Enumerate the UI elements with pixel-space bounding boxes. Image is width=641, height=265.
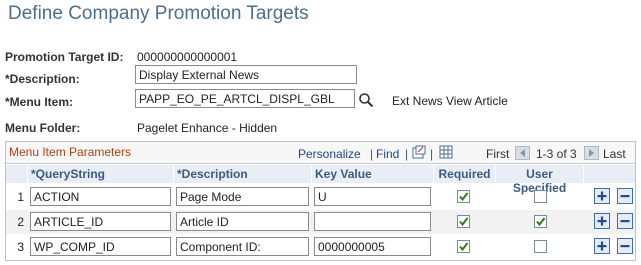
col-header-required: Required: [434, 165, 496, 183]
querystring-input[interactable]: [30, 187, 171, 206]
col-header-description: *Description: [174, 165, 312, 183]
nav-separator: |: [405, 147, 409, 161]
col-header-rownum: [6, 165, 28, 183]
required-checkbox[interactable]: [457, 215, 470, 228]
description-label: *Description:: [5, 72, 80, 86]
description-input[interactable]: [135, 65, 357, 84]
row-number: 3: [17, 240, 24, 254]
querystring-input[interactable]: [30, 212, 171, 231]
range-label: 1-3 of 3: [536, 147, 577, 161]
menu-item-parameters-grid: Menu Item Parameters Personalize | Find …: [5, 141, 636, 261]
first-label[interactable]: First: [486, 147, 509, 161]
plus-icon[interactable]: [594, 213, 610, 229]
personalize-link[interactable]: Personalize: [298, 147, 361, 161]
promotion-target-id-value: 000000000000001: [137, 50, 238, 64]
find-link[interactable]: Find: [376, 147, 399, 161]
grid-title: Menu Item Parameters: [9, 145, 132, 159]
menu-folder-label: Menu Folder:: [5, 121, 81, 135]
menu-item-description: Ext News View Article: [392, 94, 508, 108]
description-cell-input[interactable]: [176, 187, 309, 206]
plus-icon[interactable]: [594, 188, 610, 204]
last-label[interactable]: Last: [603, 147, 626, 161]
plus-icon[interactable]: [594, 238, 610, 254]
menu-item-input[interactable]: [135, 89, 355, 108]
required-checkbox[interactable]: [457, 240, 470, 253]
required-checkbox[interactable]: [457, 190, 470, 203]
promotion-target-id-label: Promotion Target ID:: [5, 50, 124, 64]
key-value-input[interactable]: [314, 237, 431, 256]
nav-separator: |: [370, 147, 374, 161]
key-value-input[interactable]: [314, 187, 431, 206]
col-header-key-value: Key Value: [312, 165, 434, 183]
grid-header-bar: Menu Item Parameters Personalize | Find …: [6, 142, 635, 164]
col-header-querystring: *QueryString: [28, 165, 174, 183]
menu-folder-value: Pagelet Enhance - Hidden: [137, 121, 278, 135]
new-window-icon[interactable]: [412, 145, 426, 159]
description-cell-input[interactable]: [176, 212, 309, 231]
row-number: 2: [17, 215, 24, 229]
page-title: Define Company Promotion Targets: [8, 3, 309, 24]
minus-icon[interactable]: [617, 238, 633, 254]
querystring-input[interactable]: [30, 237, 171, 256]
col-header-actions: [584, 165, 635, 183]
col-header-user-specified: User Specified: [496, 165, 584, 195]
row-number: 1: [17, 190, 24, 204]
table-row: 2: [6, 210, 635, 234]
table-row: 3: [6, 235, 635, 259]
user-specified-checkbox[interactable]: [534, 215, 547, 228]
grid-download-icon[interactable]: [439, 145, 453, 159]
magnifier-lookup-icon[interactable]: [358, 92, 374, 108]
arrow-left-icon[interactable]: [515, 146, 530, 160]
arrow-right-icon[interactable]: [584, 146, 599, 160]
minus-icon[interactable]: [617, 213, 633, 229]
menu-item-label: *Menu Item:: [5, 95, 74, 109]
user-specified-checkbox[interactable]: [534, 240, 547, 253]
nav-separator: |: [430, 147, 434, 161]
user-specified-checkbox[interactable]: [534, 190, 547, 203]
table-row: 1: [6, 185, 635, 209]
minus-icon[interactable]: [617, 188, 633, 204]
key-value-input[interactable]: [314, 212, 431, 231]
description-cell-input[interactable]: [176, 237, 309, 256]
